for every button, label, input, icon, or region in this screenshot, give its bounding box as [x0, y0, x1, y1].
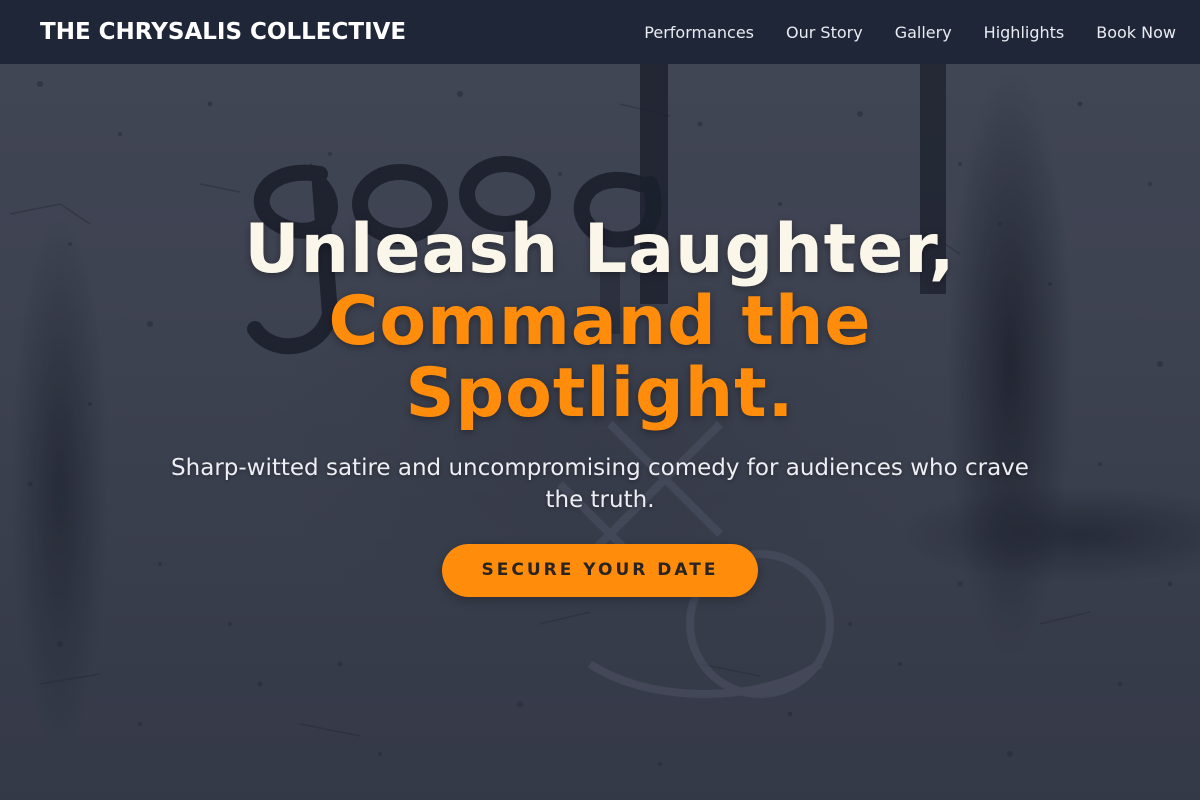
nav-link-our-story[interactable]: Our Story: [786, 23, 863, 42]
brand-logo-text[interactable]: THE CHRYSALIS COLLECTIVE: [40, 19, 406, 45]
hero-content: Unleash Laughter, Command the Spotlight.…: [0, 214, 1200, 597]
hero-headline-accent: Command the Spotlight.: [328, 282, 872, 433]
nav-link-book-now[interactable]: Book Now: [1096, 23, 1176, 42]
secure-date-button[interactable]: SECURE YOUR DATE: [441, 544, 759, 597]
top-navbar: THE CHRYSALIS COLLECTIVE Performances Ou…: [0, 0, 1200, 64]
nav-link-performances[interactable]: Performances: [644, 23, 754, 42]
hero-subheadline: Sharp-witted satire and uncompromising c…: [171, 455, 1029, 513]
nav-link-highlights[interactable]: Highlights: [984, 23, 1065, 42]
hero-section: Unleash Laughter, Command the Spotlight.…: [0, 64, 1200, 800]
main-nav: Performances Our Story Gallery Highlight…: [644, 23, 1176, 42]
nav-link-gallery[interactable]: Gallery: [895, 23, 952, 42]
hero-headline-line1: Unleash Laughter,: [244, 210, 956, 289]
hero-headline: Unleash Laughter, Command the Spotlight.: [0, 214, 1200, 430]
